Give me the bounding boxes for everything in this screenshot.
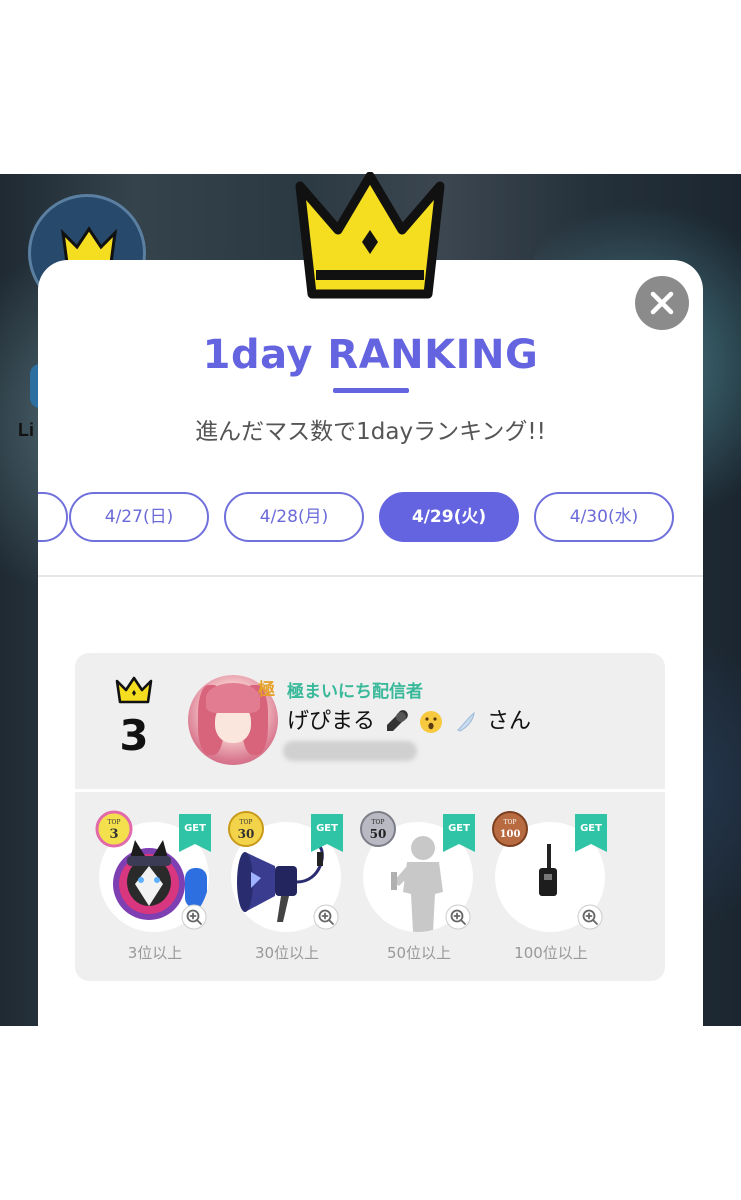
svg-text:3: 3 (109, 827, 118, 842)
tab-date-4[interactable]: 4/30(水) (534, 492, 674, 542)
top3-medal-icon: TOP 3 (95, 810, 133, 848)
blurred-user-id (283, 741, 417, 761)
top100-medal-icon: TOP 100 (492, 811, 528, 847)
zoom-in-icon[interactable] (313, 904, 339, 930)
zoom-in-icon[interactable] (181, 904, 207, 930)
reward-list: TOP 3 GET 3位以上 TOP 30 GET 30位以上 TOP 50 G… (75, 792, 665, 981)
reward-item-top30[interactable]: TOP 30 GET 30位以上 (228, 811, 343, 962)
close-button[interactable] (635, 276, 689, 330)
top50-medal-icon: TOP 50 (360, 811, 396, 847)
rank-number: 3 (119, 711, 149, 760)
zoom-in-icon[interactable] (577, 904, 603, 930)
username-text: げぴまる (287, 709, 376, 734)
svg-text:TOP: TOP (108, 819, 121, 826)
svg-text:GET: GET (184, 823, 206, 834)
ranking-modal: 1day RANKING 進んだマス数で1dayランキング!! 4/27(日) … (38, 260, 703, 1026)
get-ribbon-icon: GET (443, 814, 475, 852)
get-ribbon-icon: GET (575, 814, 607, 852)
svg-text:50: 50 (370, 827, 387, 841)
get-ribbon-icon: GET (311, 814, 343, 852)
date-tabs: 4/27(日) 4/28(月) 4/29(火) 4/30(水) (38, 492, 703, 544)
reward-item-top50[interactable]: TOP 50 GET 50位以上 (360, 811, 475, 962)
astonished-face-icon (420, 711, 443, 733)
reward-item-top100[interactable]: TOP 100 GET 100位以上 (492, 811, 607, 962)
close-icon (650, 291, 674, 315)
crown-icon (295, 172, 445, 299)
reward-item-top3[interactable]: TOP 3 GET 3位以上 (95, 810, 211, 962)
ranking-card: 3 極 極まいにち配信者 げぴまる さん TOP 3 GET 3位以上 TOP … (75, 653, 665, 981)
rank-badge: 極 (258, 680, 275, 700)
svg-text:TOP: TOP (372, 819, 385, 826)
divider (38, 575, 703, 577)
svg-text:GET: GET (580, 823, 602, 834)
svg-text:100: 100 (500, 829, 521, 840)
modal-title: 1day RANKING (202, 332, 539, 378)
reward-caption: 50位以上 (386, 944, 452, 962)
wing-icon (457, 711, 475, 732)
reward-caption: 3位以上 (127, 944, 183, 962)
tab-date-2[interactable]: 4/28(月) (224, 492, 364, 542)
modal-subtitle: 進んだマス数で1dayランキング!! (195, 419, 546, 445)
get-ribbon-icon: GET (179, 814, 211, 852)
streamer-title: 極まいにち配信者 (287, 682, 423, 702)
tab-date-0[interactable] (38, 492, 68, 542)
reward-caption: 30位以上 (254, 944, 320, 962)
top30-medal-icon: TOP 30 (228, 811, 264, 847)
svg-text:TOP: TOP (504, 819, 517, 826)
crown-icon (115, 676, 153, 704)
svg-text:GET: GET (316, 823, 338, 834)
zoom-in-icon[interactable] (445, 904, 471, 930)
svg-text:TOP: TOP (240, 819, 253, 826)
reward-caption: 100位以上 (514, 944, 588, 962)
svg-text:30: 30 (238, 827, 255, 841)
tab-date-1[interactable]: 4/27(日) (69, 492, 209, 542)
honorific: さん (487, 709, 532, 734)
background-label: Li (18, 420, 34, 440)
title-underline (333, 388, 409, 393)
microphone-emoji-icon (387, 710, 408, 731)
svg-text:GET: GET (448, 823, 470, 834)
tab-date-3[interactable]: 4/29(火) (379, 492, 519, 542)
username: げぴまる さん (287, 703, 531, 735)
ranking-entry[interactable]: 3 極 極まいにち配信者 げぴまる さん (75, 653, 665, 789)
